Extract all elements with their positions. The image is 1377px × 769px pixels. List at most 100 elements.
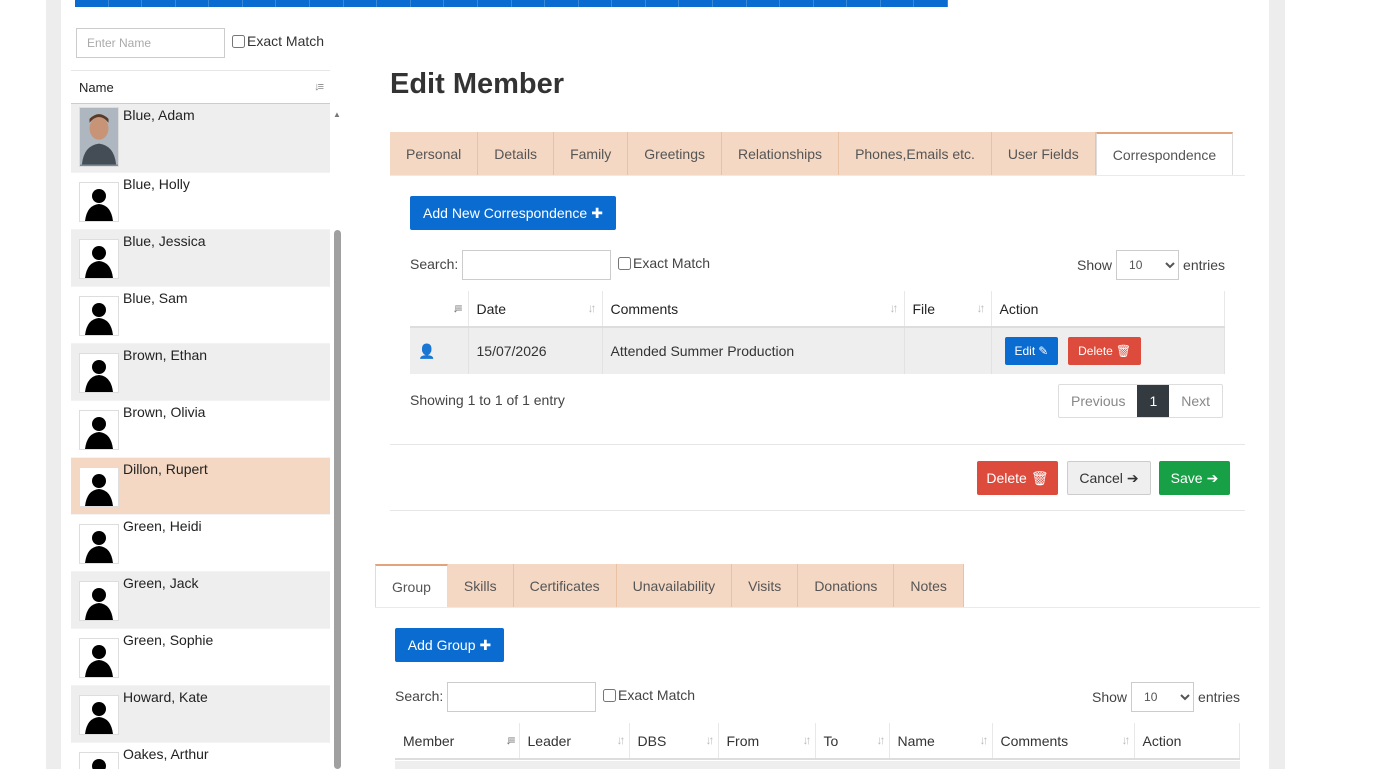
edit-button[interactable]: Edit ✎ <box>1004 337 1059 365</box>
tab-group[interactable]: Group <box>375 564 448 607</box>
scroll-up-arrow-icon[interactable]: ▲ <box>333 110 341 119</box>
exact-match-check[interactable] <box>618 256 631 270</box>
person-silhouette-icon <box>79 353 119 393</box>
col-comments-label: Comments <box>610 300 679 317</box>
exact-match-check[interactable] <box>603 688 616 702</box>
exact-match-checkbox[interactable]: Exact Match <box>603 687 695 703</box>
save-button[interactable]: Save ➔ <box>1159 461 1230 495</box>
col-leader-label: Leader <box>527 732 572 749</box>
member-item[interactable]: Brown, Olivia <box>71 401 330 458</box>
col-file[interactable]: File ↓↑ <box>904 291 992 328</box>
group-search-input[interactable] <box>447 682 596 712</box>
member-name: Blue, Adam <box>123 107 195 123</box>
edit-icon: ✎ <box>1038 344 1049 358</box>
entries-select[interactable]: 10 <box>1131 682 1195 712</box>
sort-icon: ↓↑ <box>976 301 986 315</box>
member-tabs: Personal Details Family Greetings Relati… <box>390 132 1234 175</box>
sort-icon: ↓↑ <box>587 301 597 315</box>
col-action-label: Action <box>1142 732 1182 749</box>
tab-certificates[interactable]: Certificates <box>513 564 617 607</box>
member-item[interactable]: Blue, Sam <box>71 287 330 344</box>
save-label: Save <box>1170 470 1203 486</box>
entries-label: entries <box>1198 689 1241 705</box>
previous-button[interactable]: Previous <box>1059 385 1137 417</box>
table-row: 👤 15/07/2026 Attended Summer Production … <box>410 327 1225 374</box>
name-column-header[interactable]: Name ↓≡ <box>71 70 330 104</box>
member-item-selected[interactable]: Dillon, Rupert <box>71 458 330 515</box>
page-title: Edit Member <box>390 68 565 100</box>
delete-label: Delete <box>1078 344 1113 358</box>
tab-correspondence[interactable]: Correspondence <box>1095 132 1234 175</box>
tab-phones-emails[interactable]: Phones,Emails etc. <box>839 132 992 175</box>
col-name-label: Name <box>897 732 935 749</box>
col-comments-label: Comments <box>1000 732 1069 749</box>
add-group-label: Add Group <box>407 637 476 653</box>
exact-match-checkbox[interactable]: Exact Match <box>618 255 710 271</box>
tab-skills[interactable]: Skills <box>447 564 514 607</box>
page-1-button[interactable]: 1 <box>1137 385 1170 417</box>
person-icon: 👤 <box>418 342 436 359</box>
delete-row-button[interactable]: Delete 🗑 <box>1068 337 1142 365</box>
tab-family[interactable]: Family <box>554 132 629 175</box>
member-name: Brown, Ethan <box>123 347 208 363</box>
alphabet-bar[interactable] <box>75 0 949 7</box>
add-correspondence-button[interactable]: Add New Correspondence ✚ <box>410 196 616 230</box>
exact-match-checkbox-left[interactable]: Exact Match <box>232 33 324 49</box>
delete-member-button[interactable]: Delete 🗑 <box>977 461 1058 495</box>
member-item[interactable]: Blue, Adam <box>71 104 330 173</box>
col-to[interactable]: To ↓↑ <box>815 723 890 760</box>
entries-select[interactable]: 10 <box>1116 250 1180 280</box>
tab-notes[interactable]: Notes <box>894 564 964 607</box>
name-search-input[interactable] <box>76 28 225 58</box>
person-silhouette-icon <box>79 581 119 621</box>
col-comments[interactable]: Comments ↓↑ <box>992 723 1135 760</box>
col-to-label: To <box>823 732 839 749</box>
member-item[interactable]: Green, Jack <box>71 572 330 629</box>
col-action: Action <box>1134 723 1240 760</box>
member-name: Brown, Olivia <box>123 404 206 420</box>
col-date[interactable]: Date ↓↑ <box>468 291 603 328</box>
add-group-button[interactable]: Add Group ✚ <box>395 628 504 662</box>
member-name: Green, Sophie <box>123 632 214 648</box>
tab-personal[interactable]: Personal <box>390 132 479 175</box>
col-member[interactable]: Member ↓≡ <box>395 723 520 760</box>
tab-greetings[interactable]: Greetings <box>628 132 722 175</box>
show-label: Show <box>1092 689 1128 705</box>
tab-details[interactable]: Details <box>478 132 555 175</box>
member-item[interactable]: Brown, Ethan <box>71 344 330 401</box>
col-icon[interactable]: ↓≡ <box>410 291 469 328</box>
member-item[interactable]: Howard, Kate <box>71 686 330 743</box>
correspondence-search-input[interactable] <box>462 250 611 280</box>
tab-relationships[interactable]: Relationships <box>722 132 840 175</box>
col-comments[interactable]: Comments ↓↑ <box>602 291 905 328</box>
member-item[interactable]: Green, Heidi <box>71 515 330 572</box>
col-from[interactable]: From ↓↑ <box>718 723 816 760</box>
tab-unavailability[interactable]: Unavailability <box>616 564 733 607</box>
tab-user-fields[interactable]: User Fields <box>991 132 1096 175</box>
person-silhouette-icon <box>79 695 119 735</box>
entries-label: entries <box>1183 257 1226 273</box>
next-button[interactable]: Next <box>1169 385 1222 417</box>
col-leader[interactable]: Leader ↓↑ <box>519 723 630 760</box>
cancel-button[interactable]: Cancel ➔ <box>1067 461 1151 495</box>
edit-label: Edit <box>1014 344 1036 358</box>
col-name[interactable]: Name ↓↑ <box>889 723 993 760</box>
arrow-circle-icon: ➔ <box>1126 469 1139 486</box>
col-dbs[interactable]: DBS ↓↑ <box>629 723 719 760</box>
sort-icon[interactable]: ↓≡ <box>314 81 324 93</box>
sort-icon: ↓≡ <box>505 733 515 747</box>
tab-donations[interactable]: Donations <box>798 564 895 607</box>
member-item[interactable]: Blue, Holly <box>71 173 330 230</box>
exact-match-check[interactable] <box>232 34 245 48</box>
member-photo <box>79 107 119 167</box>
show-entries: Show 10 entries <box>1092 682 1240 712</box>
member-item[interactable]: Blue, Jessica <box>71 230 330 287</box>
scrollbar-thumb[interactable] <box>334 230 341 769</box>
name-header-label: Name <box>79 79 114 95</box>
member-name: Green, Heidi <box>123 518 202 534</box>
tab-visits[interactable]: Visits <box>732 564 799 607</box>
sort-icon: ↓↑ <box>876 733 886 747</box>
member-item[interactable]: Green, Sophie <box>71 629 330 686</box>
divider <box>390 510 1245 511</box>
member-item[interactable]: Oakes, Arthur <box>71 743 330 769</box>
